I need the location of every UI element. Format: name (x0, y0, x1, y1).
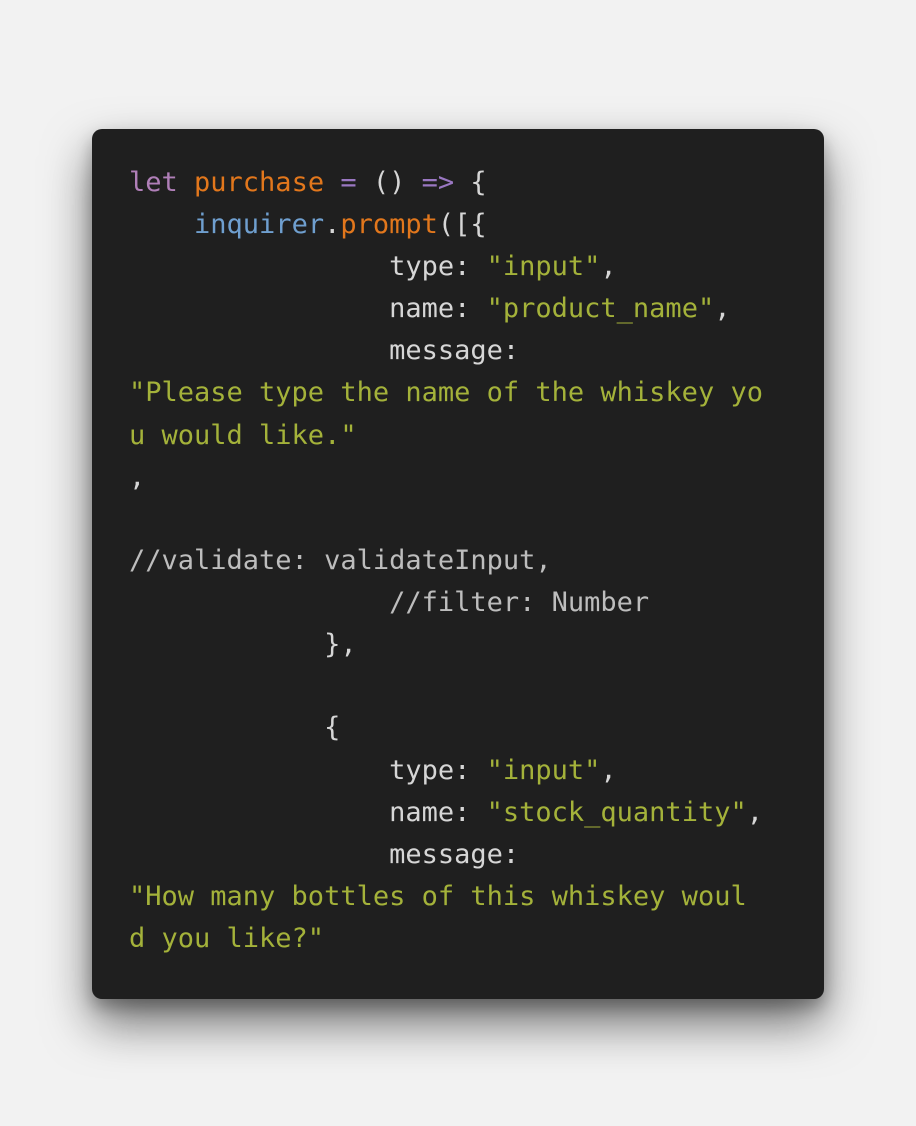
code-token-default: }, (129, 629, 357, 660)
code-line: { (129, 706, 763, 750)
code-token-default: name: (129, 293, 487, 324)
code-token-default: name: (129, 797, 487, 828)
code-line: u would like." (129, 414, 763, 458)
code-snippet-card: let purchase = () => { inquirer.prompt([… (92, 129, 824, 999)
code-block: let purchase = () => { inquirer.prompt([… (129, 162, 763, 960)
code-token-op: => (421, 167, 455, 198)
code-line: ​ (129, 498, 763, 540)
code-token-default: type: (129, 251, 487, 282)
code-token-default: () (372, 167, 422, 198)
code-token-string: d you like?" (129, 923, 325, 954)
code-token-op: = (324, 167, 373, 198)
code-line: name: "stock_quantity", (129, 792, 763, 834)
code-token-default: message: (129, 335, 520, 366)
code-token-string: "stock_quantity" (486, 797, 747, 828)
code-token-default: { (129, 712, 341, 743)
code-token-string: "input" (486, 755, 601, 786)
code-token-string: "product_name" (486, 293, 715, 324)
code-token-default: { (454, 167, 487, 198)
code-token-name: prompt (340, 209, 438, 240)
code-token-comment: //filter: Number (129, 587, 650, 618)
code-line: //filter: Number (129, 582, 763, 624)
code-token-string: "How many bottles of this whiskey woul (129, 881, 747, 912)
code-token-comment: //validate: validateInput, (129, 545, 552, 576)
code-token-ident: inquirer (194, 209, 325, 240)
code-line: name: "product_name", (129, 288, 763, 330)
code-line: "Please type the name of the whiskey yo (129, 372, 763, 414)
code-line: , (129, 458, 763, 498)
code-token-default: , (600, 755, 617, 786)
code-line: ​ (129, 666, 763, 706)
code-token-default: , (714, 293, 731, 324)
code-token-default: . (324, 209, 341, 240)
code-token-default: message: (129, 839, 520, 870)
code-token-default: , (600, 251, 617, 282)
code-token-keyword: let (129, 167, 195, 198)
code-token-string: "Please type the name of the whiskey yo (129, 377, 763, 408)
code-line: d you like?" (129, 918, 763, 960)
code-line: message: (129, 834, 763, 876)
code-line: let purchase = () => { (129, 162, 763, 204)
code-token-string: u would like." (129, 420, 357, 451)
code-token-default: ([{ (437, 209, 487, 240)
code-token-default: , (746, 797, 763, 828)
code-token-name: purchase (194, 167, 325, 198)
code-line: //validate: validateInput, (129, 540, 763, 582)
code-line: "How many bottles of this whiskey woul (129, 876, 763, 918)
code-token-default: , (129, 462, 146, 493)
code-line: message: (129, 330, 763, 372)
code-token-default (129, 209, 194, 240)
code-line: type: "input", (129, 246, 763, 288)
code-line: }, (129, 624, 763, 666)
code-token-default: type: (129, 755, 487, 786)
code-line: type: "input", (129, 750, 763, 792)
code-line: inquirer.prompt([{ (129, 204, 763, 246)
code-token-string: "input" (486, 251, 601, 282)
